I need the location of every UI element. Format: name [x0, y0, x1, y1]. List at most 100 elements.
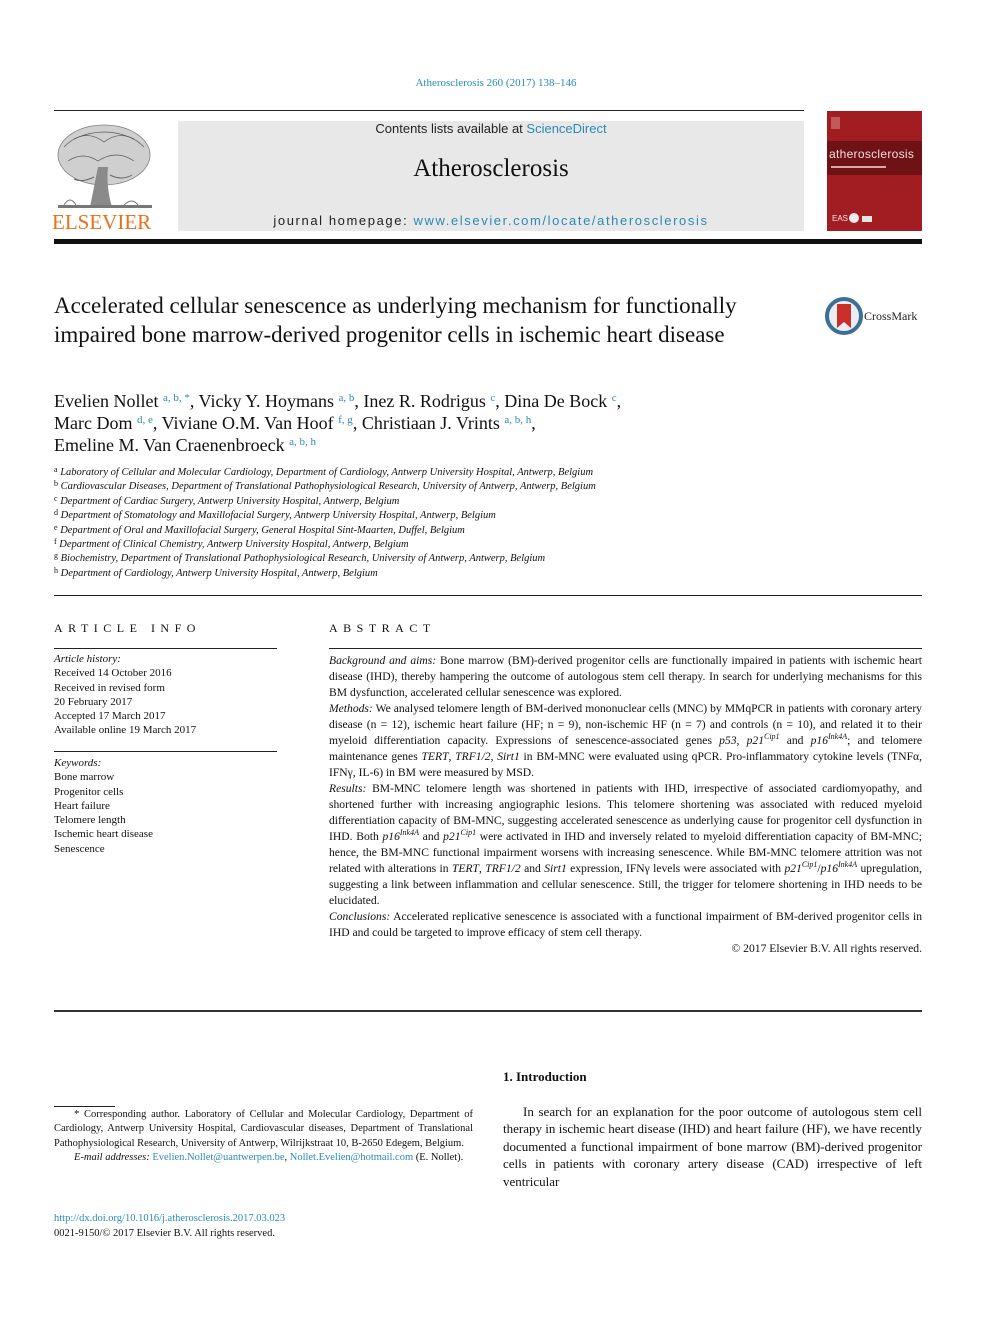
text: , — [736, 734, 747, 747]
affiliation-text: Cardiovascular Diseases, Department of T… — [60, 481, 596, 493]
author[interactable]: Inez R. Rodrigus c, — [363, 391, 504, 411]
corresponding-author-text: * Corresponding author. Laboratory of Ce… — [54, 1109, 473, 1149]
history-item: Received 14 October 2016 — [54, 667, 172, 680]
gene-superscript: Ink4A — [838, 860, 858, 869]
conclusions-label: Conclusions: — [329, 910, 391, 923]
gene-superscript: Cip1 — [460, 828, 477, 837]
text: and — [520, 862, 545, 875]
author-name[interactable]: Viviane O.M. Van Hoof — [162, 413, 334, 433]
history-item: Received in revised form — [54, 681, 165, 694]
keyword: Bone marrow — [54, 771, 115, 784]
gene-name: p53 — [719, 734, 737, 747]
affiliation-key: c — [54, 493, 58, 503]
author-name[interactable]: Vicky Y. Hoymans — [199, 391, 334, 411]
corresponding-author-footnote: * Corresponding author. Laboratory of Ce… — [54, 1108, 473, 1165]
affiliation: e Department of Oral and Maxillofacial S… — [54, 523, 754, 538]
email-owner: (E. Nollet). — [415, 1151, 464, 1163]
text: expression, IFNγ levels were associated … — [566, 862, 785, 875]
author[interactable]: Vicky Y. Hoymans a, b, — [199, 391, 364, 411]
text: and — [779, 734, 811, 747]
affiliation-text: Department of Clinical Chemistry, Antwer… — [59, 539, 409, 551]
affiliation-list: a Laboratory of Cellular and Molecular C… — [54, 466, 754, 581]
citation-link[interactable]: Atherosclerosis 260 (2017) 138–146 — [415, 77, 576, 89]
email-link[interactable]: Evelien.Nollet@uantwerpen.be — [152, 1152, 284, 1163]
author-affiliation-marker[interactable]: f, g — [338, 414, 353, 426]
affiliation-text: Biochemistry, Department of Translationa… — [60, 553, 546, 565]
gene-name: p21 — [443, 830, 461, 843]
author[interactable]: Emeline M. Van Craenenbroeck a, b, h — [54, 435, 316, 455]
affiliation: c Department of Cardiac Surgery, Antwerp… — [54, 493, 754, 509]
abstract-copyright: © 2017 Elsevier B.V. All rights reserved… — [731, 942, 922, 955]
affiliation-key: b — [54, 479, 58, 489]
cover-badge-icon — [862, 216, 872, 222]
author[interactable]: Dina De Bock c, — [504, 391, 621, 411]
author[interactable]: Marc Dom d, e, — [54, 413, 162, 433]
author[interactable]: Evelien Nollet a, b, *, — [54, 391, 199, 411]
author-affiliation-marker[interactable]: a, b, * — [163, 392, 190, 404]
affiliation-text: Department of Stomatology and Maxillofac… — [60, 510, 496, 522]
gene-name: TRF1/2 — [485, 862, 521, 875]
author-name[interactable]: Inez R. Rodrigus — [363, 391, 485, 411]
separator: , — [531, 413, 536, 433]
affiliation: h Department of Cardiology, Antwerp Univ… — [54, 566, 754, 581]
abstract-rule — [329, 648, 922, 649]
separator: , — [495, 391, 505, 411]
gene-name: Sirt1 — [544, 862, 567, 875]
author[interactable]: Christiaan J. Vrints a, b, h, — [362, 413, 536, 433]
keywords: Keywords: Bone marrow Progenitor cells H… — [54, 756, 277, 856]
contents-line: Contents lists available at ScienceDirec… — [178, 121, 804, 136]
results-label: Results: — [329, 782, 367, 795]
abstract-bottom-rule — [54, 1010, 922, 1012]
history-item: Available online 19 March 2017 — [54, 724, 197, 737]
affiliation-text: Department of Oral and Maxillofacial Sur… — [60, 524, 465, 536]
gene-name: p21 — [784, 862, 802, 875]
crossmark-label[interactable]: CrossMark — [864, 309, 917, 324]
keywords-label: Keywords: — [54, 757, 102, 769]
separator: , — [616, 391, 622, 411]
abstract-heading: ABSTRACT — [329, 621, 436, 635]
keyword: Telomere length — [54, 814, 126, 827]
author-name[interactable]: Christiaan J. Vrints — [362, 413, 500, 433]
article-title: Accelerated cellular senescence as under… — [54, 293, 737, 347]
cover-emblem-icon — [849, 213, 859, 223]
keyword: Progenitor cells — [54, 785, 124, 798]
cover-subtitle-line — [831, 166, 886, 168]
author-name[interactable]: Emeline M. Van Craenenbroeck — [54, 435, 285, 455]
article-info-heading: ARTICLE INFO — [54, 621, 201, 635]
author-affiliation-marker[interactable]: a, b — [338, 392, 354, 404]
header-rule — [54, 110, 804, 111]
affiliation-text: Laboratory of Cellular and Molecular Car… — [60, 467, 594, 478]
keyword: Ischemic heart disease — [54, 828, 153, 841]
homepage-link[interactable]: www.elsevier.com/locate/atherosclerosis — [414, 213, 709, 228]
methods-label: Methods: — [329, 702, 373, 715]
author-name[interactable]: Dina De Bock — [504, 391, 607, 411]
author[interactable]: Viviane O.M. Van Hoof f, g, — [162, 413, 362, 433]
article-info-rule — [54, 648, 277, 649]
author-list: Evelien Nollet a, b, *, Vicky Y. Hoymans… — [54, 390, 774, 456]
abstract-results: Results: BM-MNC telomere length was shor… — [329, 781, 922, 909]
author-name[interactable]: Evelien Nollet — [54, 391, 158, 411]
sciencedirect-link[interactable]: ScienceDirect — [526, 121, 606, 136]
cover-logo-icon — [831, 117, 840, 129]
affiliation: a Laboratory of Cellular and Molecular C… — [54, 466, 754, 480]
journal-citation[interactable]: Atherosclerosis 260 (2017) 138–146 — [0, 77, 992, 89]
article-history: Article history: Received 14 October 201… — [54, 652, 277, 738]
email-link[interactable]: Nollet.Evelien@hotmail.com — [290, 1152, 413, 1163]
author-affiliation-marker[interactable]: a, b, h — [504, 414, 531, 426]
affiliation: f Department of Clinical Chemistry, Antw… — [54, 538, 754, 552]
abstract-body: Background and aims: Bone marrow (BM)-de… — [329, 653, 922, 957]
author-affiliation-marker[interactable]: d, e — [137, 414, 153, 426]
author-affiliation-marker[interactable]: a, b, h — [289, 436, 316, 448]
separator: , — [352, 413, 362, 433]
elsevier-wordmark: ELSEVIER — [52, 210, 152, 234]
gene-name: p16 — [820, 862, 839, 875]
gene-name: p16 — [810, 734, 829, 747]
doi-link[interactable]: http://dx.doi.org/10.1016/j.atherosclero… — [54, 1213, 285, 1224]
journal-cover-image[interactable]: atherosclerosis EAS — [827, 111, 922, 231]
history-label: Article history: — [54, 653, 121, 665]
author-name[interactable]: Marc Dom — [54, 413, 132, 433]
journal-homepage: journal homepage: www.elsevier.com/locat… — [178, 213, 804, 228]
keyword: Heart failure — [54, 799, 110, 812]
homepage-prefix: journal homepage: — [273, 213, 414, 228]
affiliation-key: d — [54, 508, 58, 518]
